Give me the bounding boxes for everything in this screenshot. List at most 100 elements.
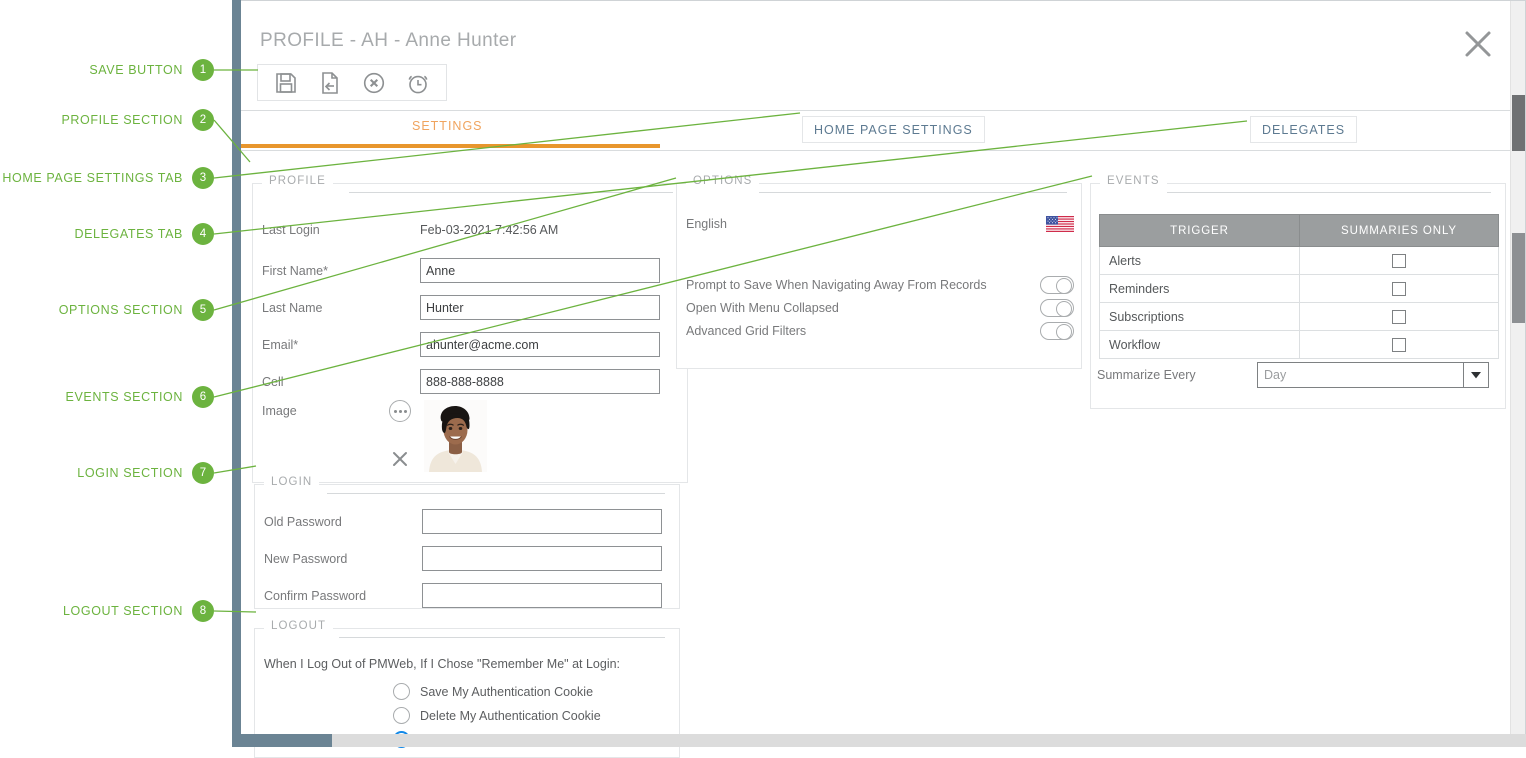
callout-label: PROFILE SECTION: [61, 113, 183, 127]
callout-badge: 1: [192, 59, 214, 81]
callout-label: LOGIN SECTION: [77, 466, 183, 480]
vertical-scrollbar[interactable]: [1510, 1, 1525, 741]
option-label: Advanced Grid Filters: [686, 324, 806, 338]
chevron-down-icon[interactable]: [1463, 363, 1488, 387]
option-label: Open With Menu Collapsed: [686, 301, 839, 315]
radio-row-delete-cookie[interactable]: Delete My Authentication Cookie: [393, 707, 601, 724]
callout-2[interactable]: PROFILE SECTION 2: [0, 109, 214, 131]
confirm-password-input[interactable]: [422, 583, 662, 608]
horizontal-scrollbar[interactable]: [232, 734, 1526, 747]
login-section-legend: LOGIN: [264, 476, 319, 488]
table-row[interactable]: Alerts: [1100, 247, 1499, 275]
summaries-only-cell[interactable]: [1300, 331, 1499, 359]
cell-row: Cell: [262, 369, 660, 394]
old-password-label: Old Password: [264, 515, 422, 529]
table-row[interactable]: Reminders: [1100, 275, 1499, 303]
callout-badge: 7: [192, 462, 214, 484]
advanced-grid-filters-toggle[interactable]: [1040, 322, 1074, 340]
callout-5[interactable]: OPTIONS SECTION 5: [0, 299, 214, 321]
close-icon[interactable]: [1461, 27, 1495, 61]
trigger-cell: Workflow: [1100, 331, 1300, 359]
legend-rule: [327, 493, 665, 494]
new-password-row: New Password: [264, 546, 662, 571]
callout-7[interactable]: LOGIN SECTION 7: [0, 462, 214, 484]
cell-label: Cell: [262, 375, 420, 389]
callout-8[interactable]: LOGOUT SECTION 8: [0, 600, 214, 622]
callout-3[interactable]: HOME PAGE SETTINGS TAB 3: [0, 167, 214, 189]
radio-save-authentication-cookie[interactable]: [393, 683, 410, 700]
us-flag-icon[interactable]: [1046, 216, 1074, 232]
option-row-prompt-to-save: Prompt to Save When Navigating Away From…: [686, 276, 1074, 294]
options-section-legend: OPTIONS: [686, 175, 759, 187]
old-password-row: Old Password: [264, 509, 662, 534]
table-row[interactable]: Workflow: [1100, 331, 1499, 359]
profile-section: PROFILE Last Login Feb-03-2021 7:42:56 A…: [252, 183, 688, 483]
image-remove-icon[interactable]: [390, 449, 410, 474]
logout-prompt: When I Log Out of PMWeb, If I Chose "Rem…: [264, 657, 620, 671]
image-label: Image: [262, 400, 380, 418]
summaries-only-cell[interactable]: [1300, 275, 1499, 303]
open-with-menu-collapsed-toggle[interactable]: [1040, 299, 1074, 317]
legend-rule: [349, 192, 673, 193]
vertical-scrollbar-thumb[interactable]: [1512, 233, 1525, 323]
ellipsis-dot: [404, 410, 407, 413]
callout-4[interactable]: DELEGATES TAB 4: [0, 223, 214, 245]
summarize-every-select[interactable]: Day: [1257, 362, 1489, 388]
callout-label: HOME PAGE SETTINGS TAB: [2, 171, 183, 185]
tab-settings[interactable]: SETTINGS: [412, 119, 483, 133]
summarize-every-row: Summarize Every Day: [1097, 362, 1497, 388]
new-password-input[interactable]: [422, 546, 662, 571]
callout-label: EVENTS SECTION: [66, 390, 183, 404]
table-row[interactable]: Subscriptions: [1100, 303, 1499, 331]
vertical-scrollbar-thumb[interactable]: [1512, 95, 1525, 151]
summaries-only-cell[interactable]: [1300, 303, 1499, 331]
cancel-button[interactable]: [352, 65, 396, 100]
checkbox-workflow[interactable]: [1392, 338, 1406, 352]
checkbox-subscriptions[interactable]: [1392, 310, 1406, 324]
tab-delegates[interactable]: DELEGATES: [1250, 116, 1357, 143]
confirm-password-row: Confirm Password: [264, 583, 662, 608]
table-header-row: TRIGGER SUMMARIES ONLY: [1100, 215, 1499, 247]
radio-row-save-cookie[interactable]: Save My Authentication Cookie: [393, 683, 601, 700]
checkbox-alerts[interactable]: [1392, 254, 1406, 268]
email-input[interactable]: [420, 332, 660, 357]
left-rail: [232, 0, 241, 740]
ellipsis-dot: [394, 410, 397, 413]
image-row: Image: [262, 400, 487, 474]
events-section-legend: EVENTS: [1100, 175, 1167, 187]
trigger-cell: Alerts: [1100, 247, 1300, 275]
trigger-cell: Reminders: [1100, 275, 1300, 303]
save-and-exit-button[interactable]: [308, 65, 352, 100]
callout-6[interactable]: EVENTS SECTION 6: [0, 386, 214, 408]
cell-input[interactable]: [420, 369, 660, 394]
callout-label: OPTIONS SECTION: [59, 303, 183, 317]
profile-modal-window: PROFILE - AH - Anne Hunter: [232, 0, 1526, 747]
option-row-menu-collapsed: Open With Menu Collapsed: [686, 299, 1074, 317]
last-name-row: Last Name: [262, 295, 660, 320]
settings-content: PROFILE Last Login Feb-03-2021 7:42:56 A…: [232, 151, 1525, 748]
first-name-row: First Name*: [262, 258, 660, 283]
first-name-input[interactable]: [420, 258, 660, 283]
horizontal-scrollbar-thumb[interactable]: [232, 734, 332, 747]
column-header-trigger: TRIGGER: [1100, 215, 1300, 247]
prompt-to-save-toggle[interactable]: [1040, 276, 1074, 294]
save-button[interactable]: [264, 65, 308, 100]
callout-1[interactable]: SAVE BUTTON 1: [0, 59, 214, 81]
image-browse-button[interactable]: [389, 400, 411, 422]
callout-badge: 2: [192, 109, 214, 131]
last-name-input[interactable]: [420, 295, 660, 320]
email-row: Email*: [262, 332, 660, 357]
action-toolbar: [257, 64, 447, 101]
first-name-label: First Name*: [262, 264, 420, 278]
tab-home-page-settings[interactable]: HOME PAGE SETTINGS: [802, 116, 985, 143]
checkbox-reminders[interactable]: [1392, 282, 1406, 296]
radio-delete-authentication-cookie[interactable]: [393, 707, 410, 724]
last-login-label: Last Login: [262, 223, 420, 237]
legend-rule: [1167, 192, 1491, 193]
alarm-clock-icon[interactable]: [396, 65, 440, 100]
callout-label: SAVE BUTTON: [89, 63, 183, 77]
summaries-only-cell[interactable]: [1300, 247, 1499, 275]
callout-badge: 3: [192, 167, 214, 189]
old-password-input[interactable]: [422, 509, 662, 534]
callout-badge: 5: [192, 299, 214, 321]
